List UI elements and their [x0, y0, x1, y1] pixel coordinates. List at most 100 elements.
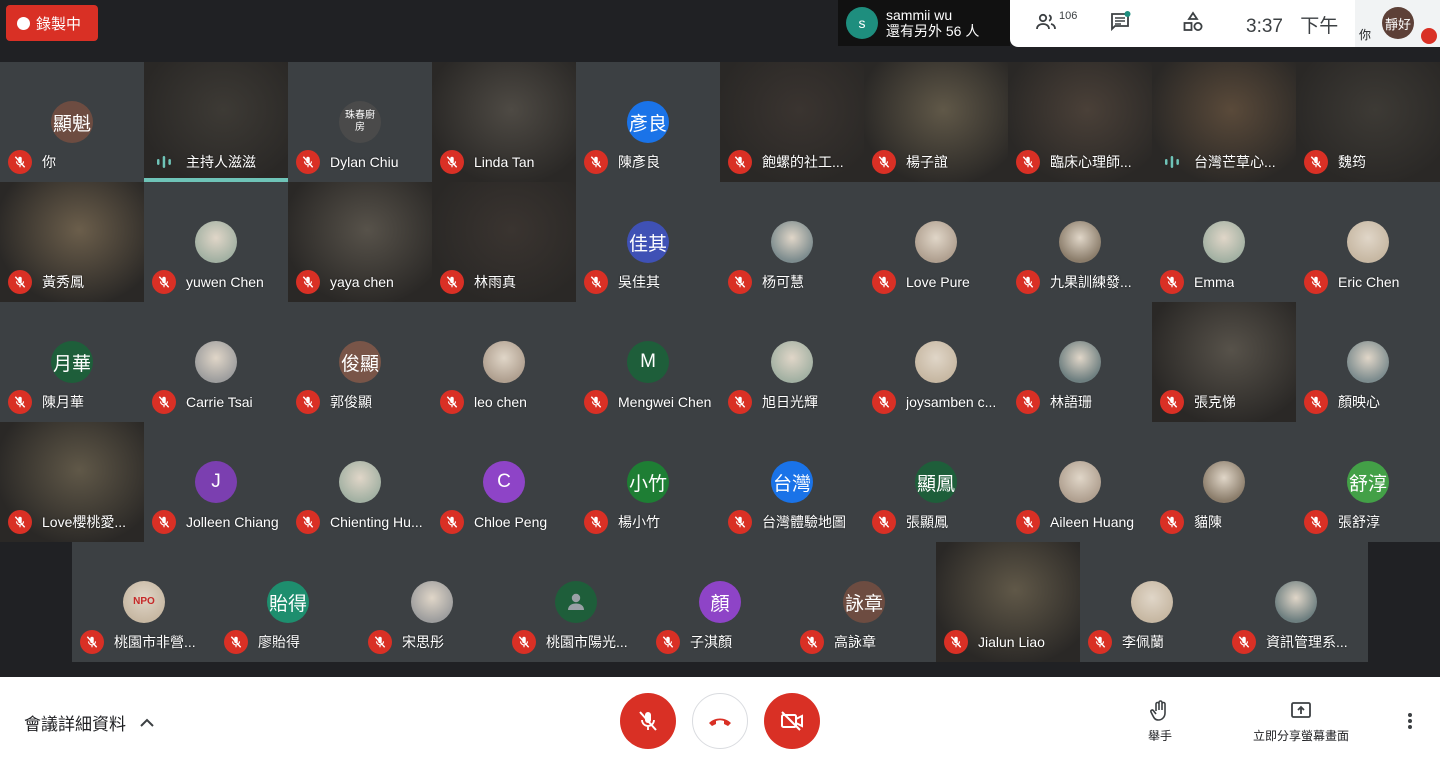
participant-name: 陳彥良	[618, 154, 660, 170]
participant-tile[interactable]: 俊顯 郭俊顯	[288, 302, 432, 422]
participant-tile[interactable]: yuwen Chen	[144, 182, 288, 302]
participant-avatar: 舒淳	[1347, 461, 1389, 503]
tile-footer: 台灣芒草心...	[1160, 150, 1290, 174]
mic-off-icon	[1016, 270, 1040, 294]
participant-tile[interactable]: J Jolleen Chiang	[144, 422, 288, 542]
participant-tile[interactable]: Emma	[1152, 182, 1296, 302]
more-options-button[interactable]	[1400, 711, 1420, 736]
participant-tile[interactable]: 主持人滋滋	[144, 62, 288, 182]
participant-tile[interactable]: Eric Chen	[1296, 182, 1440, 302]
speaker-subtitle: 還有另外 56 人	[886, 22, 980, 39]
participant-tile[interactable]: 杨可慧	[720, 182, 864, 302]
participant-avatar: 詠章	[843, 581, 885, 623]
participant-tile[interactable]: Jialun Liao	[936, 542, 1080, 662]
tile-footer: Eric Chen	[1304, 270, 1434, 294]
participant-tile[interactable]: 詠章 高詠章	[792, 542, 936, 662]
mic-off-icon	[440, 270, 464, 294]
participant-tile[interactable]: 楊子誼	[864, 62, 1008, 182]
present-now-button[interactable]: 立即分享螢幕畫面	[1253, 699, 1349, 744]
mic-off-icon	[1088, 630, 1112, 654]
participant-tile[interactable]: leo chen	[432, 302, 576, 422]
participant-tile[interactable]: 李佩蘭	[1080, 542, 1224, 662]
mic-off-icon	[1016, 150, 1040, 174]
participant-tile[interactable]: 貽得 廖貽得	[216, 542, 360, 662]
self-view[interactable]: 靜好 你	[1355, 0, 1440, 47]
participant-tile[interactable]: 林雨真	[432, 182, 576, 302]
mic-off-icon	[1304, 270, 1328, 294]
mic-off-icon	[944, 630, 968, 654]
mic-off-icon	[152, 390, 176, 414]
meeting-details-label: 會議詳細資料	[24, 715, 126, 734]
camera-toggle-button[interactable]	[764, 693, 820, 749]
participant-name: 楊子誼	[906, 154, 948, 170]
activities-button[interactable]	[1181, 10, 1205, 36]
participant-tile[interactable]: 顏子淇顏	[648, 542, 792, 662]
participant-name: Jolleen Chiang	[186, 514, 279, 530]
participant-tile[interactable]: 顏映心	[1296, 302, 1440, 422]
tile-footer: 楊小竹	[584, 510, 714, 534]
participant-tile[interactable]: 桃園市陽光...	[504, 542, 648, 662]
leave-call-button[interactable]	[692, 693, 748, 749]
mic-off-icon	[1232, 630, 1256, 654]
meeting-details-button[interactable]: 會議詳細資料	[24, 710, 154, 735]
participant-tile[interactable]: 台灣 台灣體驗地圖	[720, 422, 864, 542]
participant-name: Eric Chen	[1338, 274, 1400, 290]
chat-button[interactable]	[1108, 10, 1132, 36]
participant-tile[interactable]: 台灣芒草心...	[1152, 62, 1296, 182]
participant-tile[interactable]: 舒淳 張舒淳	[1296, 422, 1440, 542]
mic-off-icon	[152, 270, 176, 294]
participant-tile[interactable]: 小竹 楊小竹	[576, 422, 720, 542]
participant-tile[interactable]: 顯魁你	[0, 62, 144, 182]
participant-tile[interactable]: 貓陳	[1152, 422, 1296, 542]
participant-name: Chienting Hu...	[330, 514, 423, 530]
participant-tile[interactable]: yaya chen	[288, 182, 432, 302]
profile-photo	[771, 341, 813, 383]
tile-footer: Mengwei Chen	[584, 390, 714, 414]
participant-name: 張顯鳳	[906, 514, 948, 530]
participant-tile[interactable]: 佳其 吳佳其	[576, 182, 720, 302]
participant-name: Jialun Liao	[978, 634, 1045, 650]
raise-hand-button[interactable]: 舉手	[1148, 699, 1172, 744]
participant-tile[interactable]: 林語珊	[1008, 302, 1152, 422]
participant-tile[interactable]: 宋思彤	[360, 542, 504, 662]
participant-tile[interactable]: 九果訓練發...	[1008, 182, 1152, 302]
tile-footer: Aileen Huang	[1016, 510, 1146, 534]
participant-tile[interactable]: 旭日光輝	[720, 302, 864, 422]
participant-tile[interactable]: NPO 桃園市非營...	[72, 542, 216, 662]
participant-tile[interactable]: 飽螺的社工...	[720, 62, 864, 182]
participant-tile[interactable]: 黃秀鳳	[0, 182, 144, 302]
participant-tile[interactable]: Chienting Hu...	[288, 422, 432, 542]
mic-toggle-button[interactable]	[620, 693, 676, 749]
profile-photo	[915, 341, 957, 383]
participant-tile[interactable]: 資訊管理系...	[1224, 542, 1368, 662]
mic-off-icon	[8, 270, 32, 294]
participant-tile[interactable]: 張克悌	[1152, 302, 1296, 422]
participant-tile[interactable]: 彥良 陳彥良	[576, 62, 720, 182]
participant-name: joysamben c...	[906, 394, 997, 410]
mic-off-icon	[440, 510, 464, 534]
participant-name: 臨床心理師...	[1050, 154, 1132, 170]
participant-name: 宋思彤	[402, 634, 444, 650]
participant-tile[interactable]: 顯鳳 張顯鳳	[864, 422, 1008, 542]
participant-tile[interactable]: 魏筠	[1296, 62, 1440, 182]
participant-tile[interactable]: C Chloe Peng	[432, 422, 576, 542]
participant-name: 子淇顏	[690, 634, 732, 650]
participant-name: Love櫻桃愛...	[42, 514, 127, 530]
participant-name: 廖貽得	[258, 634, 300, 650]
participant-tile[interactable]: 珠春廚房 Dylan Chiu	[288, 62, 432, 182]
participant-tile[interactable]: joysamben c...	[864, 302, 1008, 422]
participant-tile[interactable]: 月華 陳月華	[0, 302, 144, 422]
participant-tile[interactable]: M Mengwei Chen	[576, 302, 720, 422]
participant-name: leo chen	[474, 394, 527, 410]
mic-off-icon	[1304, 510, 1328, 534]
active-speaker-card[interactable]: s sammii wu 還有另外 56 人	[838, 0, 1010, 46]
participant-tile[interactable]: Carrie Tsai	[144, 302, 288, 422]
participants-button[interactable]: 106	[1034, 10, 1077, 36]
participant-tile[interactable]: Linda Tan	[432, 62, 576, 182]
tile-footer: leo chen	[440, 390, 570, 414]
participant-tile[interactable]: Love Pure	[864, 182, 1008, 302]
participant-tile[interactable]: Love櫻桃愛...	[0, 422, 144, 542]
participant-tile[interactable]: Aileen Huang	[1008, 422, 1152, 542]
participant-tile[interactable]: 臨床心理師...	[1008, 62, 1152, 182]
tile-footer: 台灣體驗地圖	[728, 510, 858, 534]
